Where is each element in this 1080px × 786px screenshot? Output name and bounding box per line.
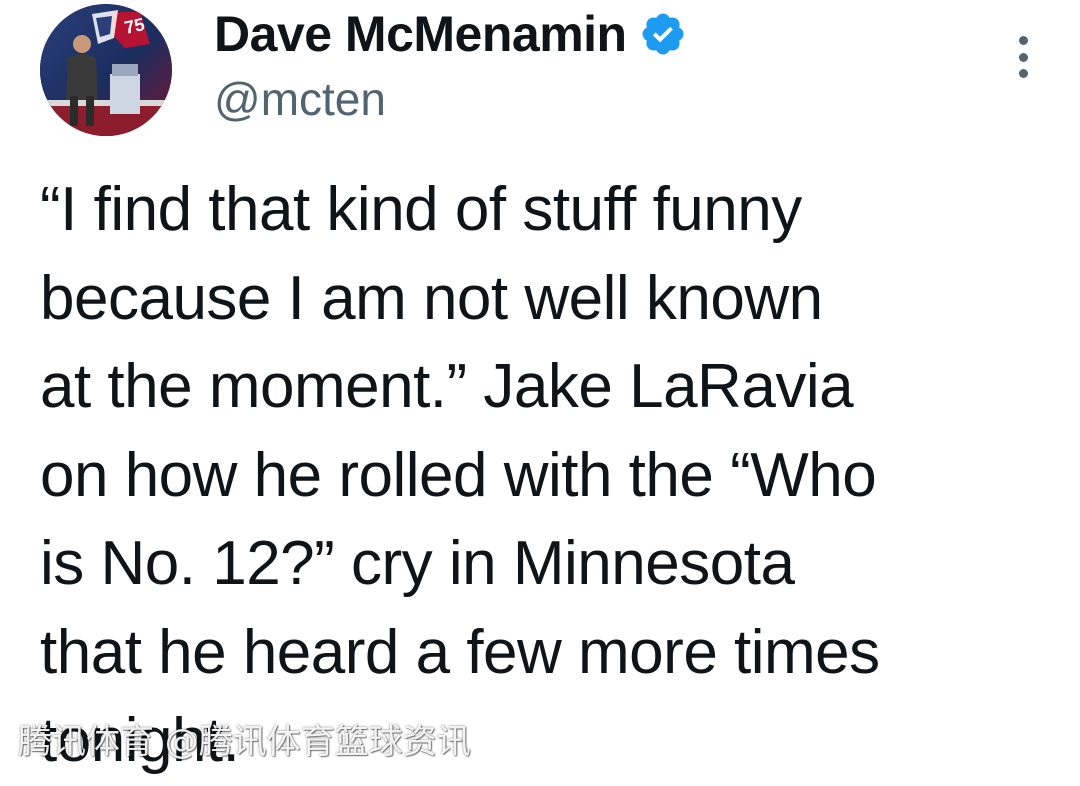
more-vertical-icon-dot xyxy=(1018,69,1028,78)
author-handle[interactable]: @mcten xyxy=(214,72,386,126)
watermark: 腾讯体育 @腾讯体育篮球资讯 xyxy=(18,722,471,762)
more-vertical-icon xyxy=(1018,36,1028,45)
more-vertical-icon-dot xyxy=(1018,52,1028,62)
author-display-name[interactable]: Dave McMenamin xyxy=(214,6,627,62)
more-options-button[interactable] xyxy=(1010,36,1036,78)
verified-badge-icon xyxy=(642,13,684,55)
tweet-text: “I find that kind of stuff funny because… xyxy=(40,175,880,775)
author-avatar[interactable]: 75 xyxy=(40,4,172,136)
avatar-photo: 75 xyxy=(40,4,172,136)
avatar-badge-text: 75 xyxy=(123,14,147,38)
author-name-row[interactable]: Dave McMenamin xyxy=(214,6,687,62)
